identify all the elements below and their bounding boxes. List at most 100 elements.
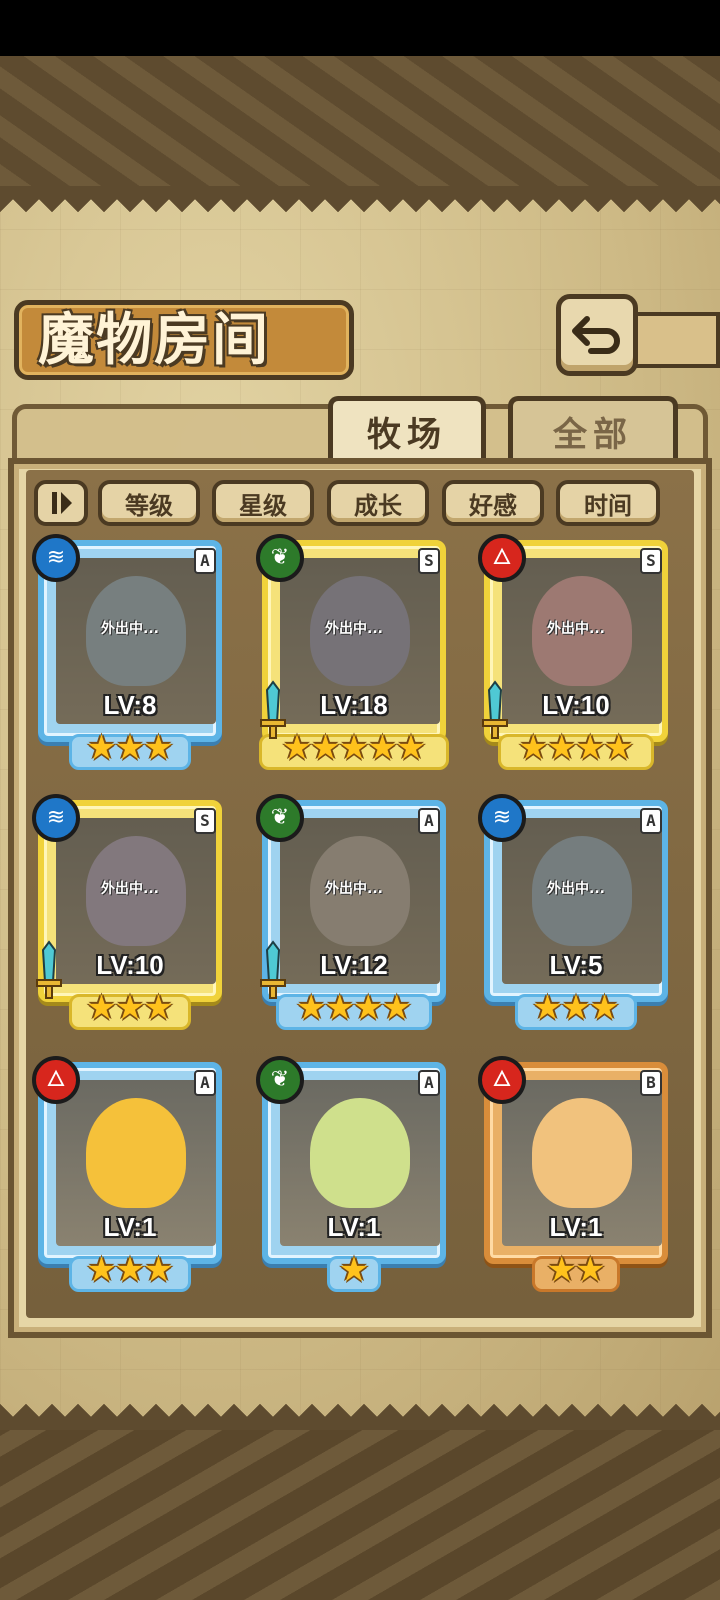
star-icon: ★ <box>114 1250 146 1290</box>
star-icon: ★ <box>143 1250 174 1290</box>
background-bottom <box>0 1430 720 1600</box>
star-icon: ★ <box>338 728 370 768</box>
leaf-element-icon: ❦ <box>256 1056 304 1104</box>
sort-order-toggle[interactable] <box>34 480 88 526</box>
star-icon: ★ <box>86 988 117 1028</box>
star-rating: ★ ★ ★ <box>484 990 668 1030</box>
star-icon: ★ <box>367 728 398 768</box>
star-icon: ★ <box>575 1250 606 1290</box>
monster-level: LV:1 <box>103 1212 157 1242</box>
star-icon: ★ <box>281 728 313 768</box>
monster-figure <box>532 1098 632 1208</box>
element-glyph: ❦ <box>270 545 290 570</box>
tab-ranch[interactable]: 牧场 <box>328 396 486 462</box>
monster-level: LV:1 <box>549 1212 603 1242</box>
star-icon: ★ <box>86 728 117 768</box>
away-status-label: 外出中... <box>101 621 159 637</box>
star-icon: ★ <box>143 728 174 768</box>
water-element-icon: ≋ <box>478 794 526 842</box>
star-icon: ★ <box>310 728 341 768</box>
star-icon: ★ <box>603 728 634 768</box>
star-rating: ★ ★ ★ <box>38 730 222 770</box>
away-status-label: 外出中... <box>325 621 383 637</box>
star-rating: ★ ★ <box>484 1252 668 1292</box>
star-icon: ★ <box>114 988 146 1028</box>
monster-figure <box>310 1098 410 1208</box>
star-icon: ★ <box>560 988 592 1028</box>
star-icon: ★ <box>546 728 577 768</box>
star-icon: ★ <box>296 988 327 1028</box>
back-button[interactable] <box>556 294 638 376</box>
water-element-icon: ≋ <box>32 534 80 582</box>
rank-badge: S <box>418 548 440 574</box>
rank-badge: B <box>640 1070 662 1096</box>
star-icon: ★ <box>114 728 146 768</box>
element-glyph: ≋ <box>46 545 66 570</box>
star-icon: ★ <box>381 988 412 1028</box>
star-icon: ★ <box>143 988 174 1028</box>
away-status-label: 外出中... <box>101 881 159 897</box>
rank-badge: A <box>640 808 662 834</box>
rank-badge: A <box>194 1070 216 1096</box>
sort-growth-button[interactable]: 成长 <box>327 480 429 526</box>
back-button-extension <box>636 312 720 368</box>
zigzag-edge-top <box>0 186 720 212</box>
star-icon: ★ <box>324 988 355 1028</box>
back-arrow-icon <box>572 316 620 354</box>
water-element-icon: ≋ <box>32 794 80 842</box>
star-rating: ★ ★ ★ <box>38 1252 222 1292</box>
page-title: 魔物房间 <box>38 307 270 373</box>
tab-all[interactable]: 全部 <box>508 396 678 462</box>
star-icon: ★ <box>589 988 620 1028</box>
star-icon: ★ <box>546 1250 577 1290</box>
element-glyph: ≋ <box>492 805 512 830</box>
rank-badge: A <box>418 1070 440 1096</box>
star-rating: ★ ★ ★ <box>38 990 222 1030</box>
star-icon: ★ <box>395 728 427 768</box>
monster-figure <box>86 1098 186 1208</box>
sort-order-icon <box>52 492 72 514</box>
sort-affection-button[interactable]: 好感 <box>442 480 544 526</box>
monster-level: LV:8 <box>103 690 157 720</box>
element-glyph: 🜂 <box>46 1067 66 1092</box>
monster-level: LV:18 <box>320 690 388 720</box>
rank-badge: A <box>194 548 216 574</box>
leaf-element-icon: ❦ <box>256 794 304 842</box>
element-glyph: ≋ <box>46 805 66 830</box>
sort-level-button[interactable]: 等级 <box>98 480 200 526</box>
background-top <box>0 56 720 186</box>
element-glyph: ❦ <box>270 805 290 830</box>
sort-time-button[interactable]: 时间 <box>556 480 660 526</box>
leaf-element-icon: ❦ <box>256 534 304 582</box>
star-icon: ★ <box>338 1250 370 1290</box>
monster-level: LV:5 <box>549 950 603 980</box>
status-bar <box>0 0 720 56</box>
element-glyph: 🜂 <box>492 1067 512 1092</box>
element-glyph: 🜂 <box>492 545 512 570</box>
star-icon: ★ <box>518 728 549 768</box>
star-icon: ★ <box>86 1250 117 1290</box>
monster-level: LV:12 <box>320 950 388 980</box>
element-glyph: ❦ <box>270 1067 290 1092</box>
away-status-label: 外出中... <box>325 881 383 897</box>
star-rating: ★ ★ ★ ★ ★ <box>262 730 446 770</box>
star-rating: ★ ★ ★ ★ <box>262 990 446 1030</box>
monster-level: LV:10 <box>542 690 610 720</box>
fire-element-icon: 🜂 <box>478 1056 526 1104</box>
fire-element-icon: 🜂 <box>478 534 526 582</box>
star-icon: ★ <box>575 728 606 768</box>
star-icon: ★ <box>353 988 384 1028</box>
fire-element-icon: 🜂 <box>32 1056 80 1104</box>
rank-badge: S <box>640 548 662 574</box>
rank-badge: S <box>194 808 216 834</box>
sort-stars-button[interactable]: 星级 <box>212 480 314 526</box>
star-rating: ★ <box>262 1252 446 1292</box>
star-rating: ★ ★ ★ ★ <box>484 730 668 770</box>
monster-level: LV:1 <box>327 1212 381 1242</box>
away-status-label: 外出中... <box>547 881 605 897</box>
star-icon: ★ <box>532 988 563 1028</box>
rank-badge: A <box>418 808 440 834</box>
away-status-label: 外出中... <box>547 621 605 637</box>
zigzag-edge-bottom <box>0 1404 720 1430</box>
monster-level: LV:10 <box>96 950 164 980</box>
